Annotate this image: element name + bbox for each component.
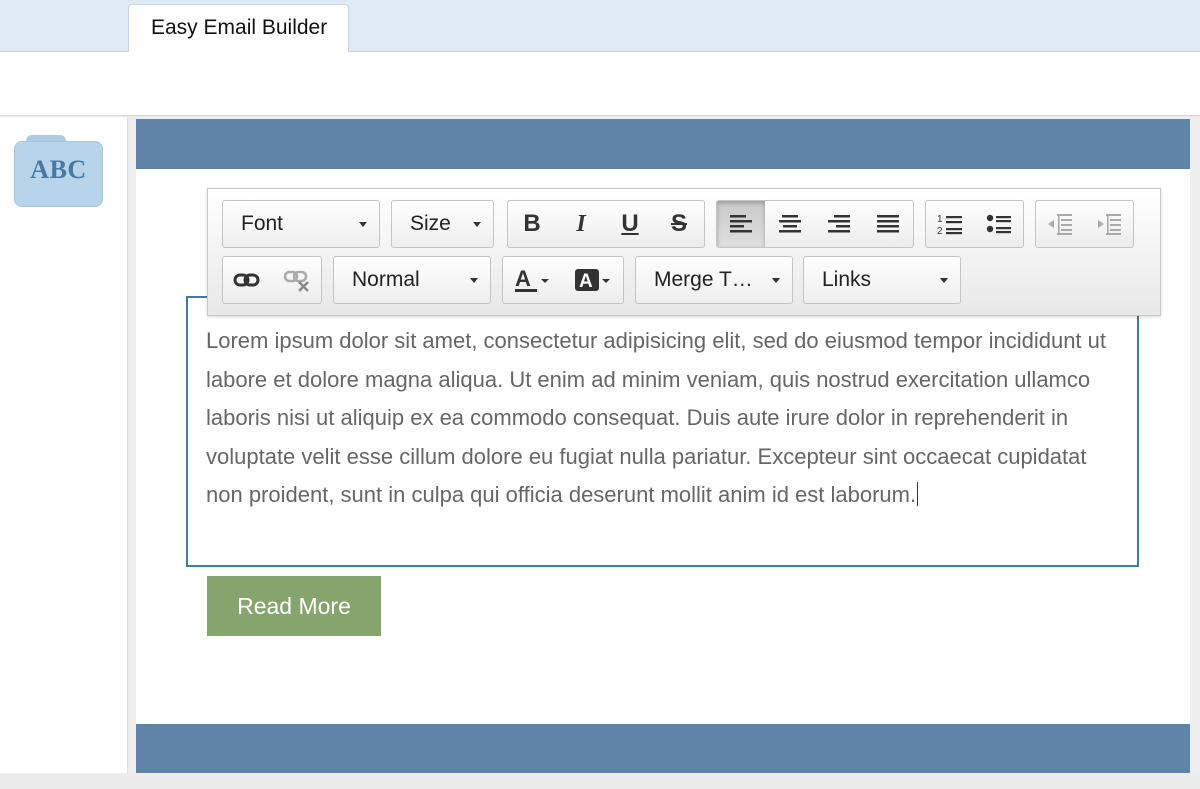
- chevron-down-icon: [359, 222, 367, 227]
- justify-icon: [877, 215, 899, 233]
- text-style-group: B I U S: [507, 200, 705, 248]
- align-right-button[interactable]: [815, 201, 863, 247]
- tab-easy-email-builder[interactable]: Easy Email Builder: [128, 4, 349, 53]
- format-dropdown[interactable]: Normal: [333, 256, 491, 304]
- numbered-list-button[interactable]: 12: [926, 201, 974, 247]
- links-dropdown[interactable]: Links: [803, 256, 961, 304]
- blocks-sidebar: ABC: [0, 117, 128, 773]
- underline-icon: U: [621, 210, 639, 237]
- underline-button[interactable]: U: [606, 201, 654, 247]
- merge-tags-dropdown[interactable]: Merge T…: [635, 256, 793, 304]
- remove-link-button[interactable]: [273, 257, 321, 303]
- bullet-list-icon: [986, 214, 1011, 234]
- svg-text:A: A: [579, 271, 593, 292]
- outdent-icon: [1048, 214, 1072, 235]
- editor-body-text[interactable]: Lorem ipsum dolor sit amet, consectetur …: [206, 322, 1126, 515]
- italic-button[interactable]: I: [557, 201, 605, 247]
- indent-group: [1035, 200, 1134, 248]
- link-group: [222, 256, 322, 304]
- insert-link-button[interactable]: [223, 257, 271, 303]
- align-center-icon: [779, 215, 801, 233]
- svg-text:2: 2: [937, 226, 943, 236]
- chevron-down-icon: [473, 222, 481, 227]
- tab-bar: Easy Email Builder: [0, 0, 1200, 53]
- merge-tags-dropdown-label: Merge T…: [654, 268, 753, 291]
- svg-text:1: 1: [937, 214, 943, 225]
- link-icon: [233, 273, 260, 287]
- justify-button[interactable]: [864, 201, 912, 247]
- links-dropdown-label: Links: [822, 268, 872, 291]
- bullet-list-button[interactable]: [975, 201, 1023, 247]
- text-block-label: ABC: [30, 155, 87, 184]
- background-color-icon: A: [575, 269, 610, 292]
- chevron-down-icon: [772, 278, 780, 283]
- align-right-icon: [828, 215, 850, 233]
- email-header-bar[interactable]: [136, 119, 1190, 169]
- align-center-button[interactable]: [766, 201, 814, 247]
- read-more-button[interactable]: Read More: [207, 576, 381, 636]
- text-color-icon: A: [515, 266, 549, 292]
- text-color-button[interactable]: A: [503, 257, 563, 303]
- text-editor[interactable]: Lorem ipsum dolor sit amet, consectetur …: [186, 296, 1139, 567]
- chevron-down-icon: [940, 278, 948, 283]
- bold-icon: B: [523, 210, 541, 237]
- rich-text-toolbar: Font Size B I U S 1 2 Normal A A Merge T…: [207, 188, 1161, 316]
- font-dropdown-label: Font: [241, 212, 284, 235]
- size-dropdown[interactable]: Size: [391, 200, 494, 248]
- bold-button[interactable]: B: [508, 201, 556, 247]
- color-group: A A: [502, 256, 624, 304]
- background-color-button[interactable]: A: [564, 257, 624, 303]
- unlink-icon: [283, 270, 309, 292]
- format-dropdown-label: Normal: [352, 268, 420, 291]
- numbered-list-icon: 12: [937, 214, 962, 236]
- italic-icon: I: [576, 210, 586, 237]
- svg-text:A: A: [515, 266, 531, 291]
- strikethrough-button[interactable]: S: [655, 201, 703, 247]
- text-block-icon[interactable]: ABC: [14, 135, 103, 207]
- strikethrough-icon: S: [670, 210, 687, 237]
- align-left-button[interactable]: [717, 201, 765, 247]
- top-strip: [0, 52, 1200, 116]
- font-dropdown[interactable]: Font: [222, 200, 380, 248]
- chevron-down-icon: [470, 278, 478, 283]
- align-left-icon: [730, 215, 752, 233]
- list-group: 12: [925, 200, 1024, 248]
- alignment-group: [716, 200, 914, 248]
- email-footer-bar[interactable]: [136, 724, 1190, 773]
- text-cursor: [917, 482, 919, 507]
- indent-icon: [1098, 214, 1121, 235]
- indent-button[interactable]: [1085, 201, 1133, 247]
- size-dropdown-label: Size: [410, 212, 451, 235]
- outdent-button[interactable]: [1036, 201, 1084, 247]
